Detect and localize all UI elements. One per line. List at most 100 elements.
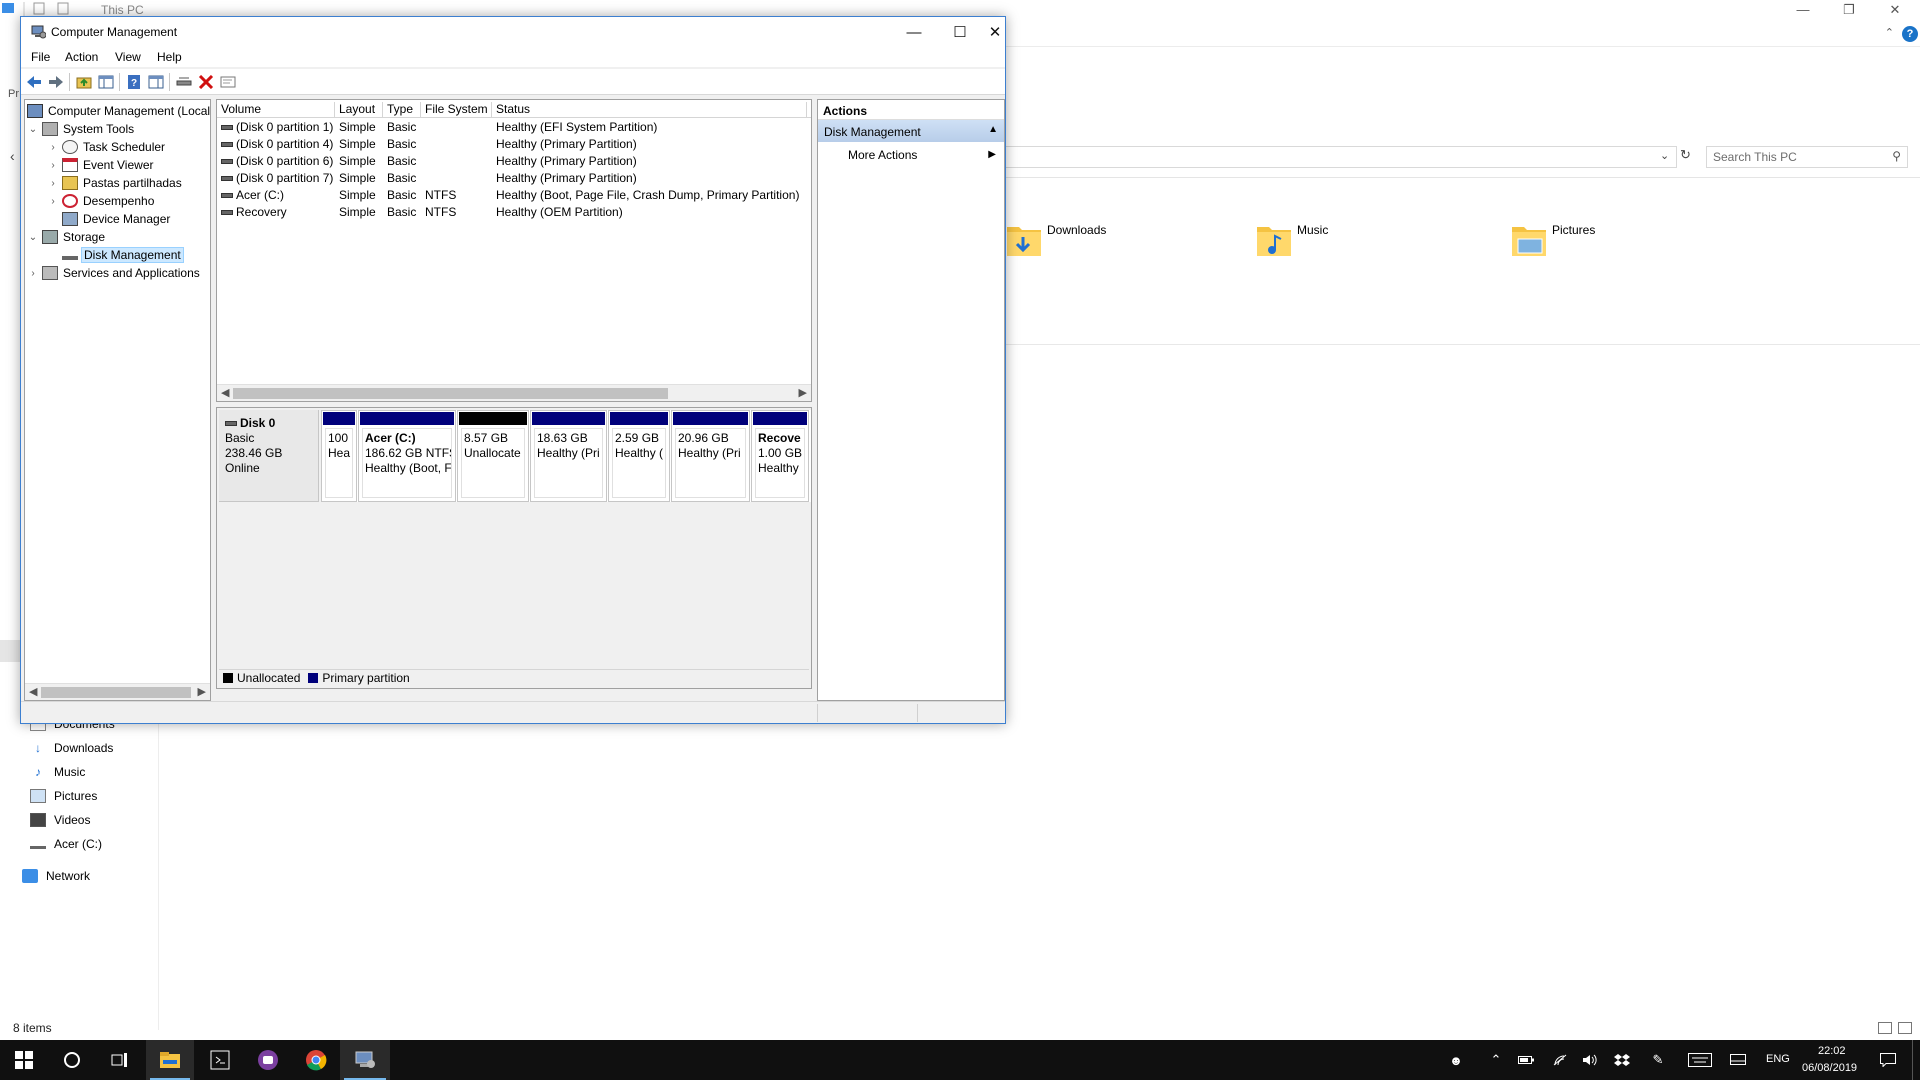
- help-icon[interactable]: ?: [1902, 26, 1918, 42]
- ribbon-collapse-icon[interactable]: ⌃: [1885, 26, 1894, 39]
- partition-block[interactable]: 100 Hea: [321, 410, 357, 502]
- back-icon[interactable]: [25, 73, 43, 91]
- input-language[interactable]: ENG: [1766, 1053, 1790, 1065]
- tree-item-task-scheduler[interactable]: › Task Scheduler: [47, 138, 167, 156]
- battery-icon[interactable]: [1518, 1052, 1534, 1068]
- expanded-chevron-icon[interactable]: ⌄: [27, 124, 39, 135]
- submenu-arrow-icon[interactable]: ▶: [988, 149, 996, 160]
- collapsed-chevron-icon[interactable]: ›: [47, 142, 59, 153]
- display-icon[interactable]: [1730, 1052, 1746, 1068]
- nav-item-music[interactable]: ♪ Music: [30, 765, 85, 779]
- table-row[interactable]: (Disk 0 partition 7) Simple Basic Health…: [217, 170, 811, 187]
- tree-item-storage[interactable]: ⌄ Storage: [27, 228, 107, 246]
- scroll-left-icon[interactable]: ◀: [29, 685, 37, 698]
- column-header-type[interactable]: Type: [383, 102, 421, 118]
- help-icon[interactable]: ?: [125, 73, 143, 91]
- column-header-file-system[interactable]: File System: [421, 102, 492, 118]
- scroll-left-icon[interactable]: ◀: [221, 386, 229, 399]
- menu-view[interactable]: View: [115, 50, 141, 64]
- collapsed-chevron-icon[interactable]: ›: [47, 178, 59, 189]
- partition-block[interactable]: 8.57 GB Unallocate: [457, 410, 529, 502]
- menu-action[interactable]: Action: [65, 50, 98, 64]
- tree-item-services-and-applications[interactable]: › Services and Applications: [27, 264, 202, 282]
- taskbar-chrome[interactable]: [292, 1040, 340, 1080]
- partition-block[interactable]: 18.63 GB Healthy (Pri: [530, 410, 607, 502]
- show-hide-action-pane-icon[interactable]: [147, 73, 165, 91]
- refresh-icon[interactable]: ↻: [1680, 147, 1691, 163]
- nav-item-pictures[interactable]: Pictures: [30, 789, 97, 803]
- actions-section-disk-management[interactable]: Disk Management ▲: [818, 120, 1004, 142]
- tree-item-computer-management[interactable]: Computer Management (Local: [27, 102, 210, 120]
- tree-hscrollbar[interactable]: ◀ ▶: [25, 683, 210, 700]
- volume-icon[interactable]: [1582, 1052, 1598, 1068]
- nav-item-videos[interactable]: Videos: [30, 813, 90, 827]
- table-row[interactable]: (Disk 0 partition 6) Simple Basic Health…: [217, 153, 811, 170]
- clock-date[interactable]: 06/08/2019: [1802, 1062, 1857, 1074]
- nav-item-drive-c[interactable]: Acer (C:): [30, 837, 102, 851]
- clock-time[interactable]: 22:02: [1818, 1045, 1846, 1057]
- taskbar-file-explorer[interactable]: [146, 1040, 194, 1080]
- scroll-thumb[interactable]: [233, 388, 668, 399]
- more-actions-item[interactable]: More Actions: [848, 148, 917, 162]
- taskbar-purple-app[interactable]: [244, 1040, 292, 1080]
- large-icons-view-icon[interactable]: [1898, 1022, 1912, 1034]
- cortana-button[interactable]: [48, 1040, 96, 1080]
- collapsed-chevron-icon[interactable]: ›: [47, 160, 59, 171]
- explorer-close-button[interactable]: ✕: [1880, 2, 1910, 18]
- collapse-up-icon[interactable]: ▲: [988, 124, 998, 135]
- connect-drive-icon[interactable]: [175, 73, 193, 91]
- show-hide-tree-icon[interactable]: [97, 73, 115, 91]
- partition-block[interactable]: 2.59 GB Healthy (: [608, 410, 670, 502]
- back-arrow-icon[interactable]: ‹: [10, 148, 15, 164]
- tree-item-event-viewer[interactable]: › Event Viewer: [47, 156, 155, 174]
- partition-block[interactable]: Acer (C:) 186.62 GB NTFS Healthy (Boot, …: [358, 410, 456, 502]
- ribbon-tab-fragment[interactable]: Pr: [8, 88, 19, 100]
- address-dropdown-icon[interactable]: ⌄: [1660, 149, 1669, 162]
- menu-file[interactable]: File: [31, 50, 50, 64]
- tree-item-device-manager[interactable]: Device Manager: [47, 210, 172, 228]
- wifi-icon[interactable]: [1552, 1052, 1568, 1068]
- nav-item-network[interactable]: Network: [22, 869, 90, 883]
- taskbar-computer-management[interactable]: [340, 1040, 390, 1080]
- volume-list-hscrollbar[interactable]: ◀ ▶: [217, 384, 811, 401]
- table-row[interactable]: Recovery Simple Basic NTFS Healthy (OEM …: [217, 204, 811, 221]
- table-row[interactable]: (Disk 0 partition 1) Simple Basic Health…: [217, 119, 811, 136]
- touch-keyboard-icon[interactable]: [1688, 1052, 1712, 1068]
- details-view-icon[interactable]: [1878, 1022, 1892, 1034]
- table-row[interactable]: Acer (C:) Simple Basic NTFS Healthy (Boo…: [217, 187, 811, 204]
- collapsed-chevron-icon[interactable]: ›: [27, 268, 39, 279]
- action-center-icon[interactable]: [1880, 1052, 1896, 1068]
- properties-icon[interactable]: [219, 73, 237, 91]
- menu-help[interactable]: Help: [157, 50, 182, 64]
- tree-item-disk-management[interactable]: Disk Management: [47, 246, 184, 264]
- taskbar-visual-studio[interactable]: [196, 1040, 244, 1080]
- partition-block[interactable]: Recove 1.00 GB Healthy: [751, 410, 809, 502]
- collapsed-chevron-icon[interactable]: ›: [47, 196, 59, 207]
- disk-info[interactable]: Disk 0 Basic 238.46 GB Online: [219, 410, 319, 502]
- forward-icon[interactable]: [47, 73, 65, 91]
- explorer-restore-button[interactable]: ❐: [1834, 2, 1864, 18]
- delete-icon[interactable]: [197, 73, 215, 91]
- scroll-right-icon[interactable]: ▶: [198, 685, 206, 698]
- tree-item-performance[interactable]: › Desempenho: [47, 192, 156, 210]
- tree-item-shared-folders[interactable]: › Pastas partilhadas: [47, 174, 184, 192]
- partition-block[interactable]: 20.96 GB Healthy (Pri: [671, 410, 750, 502]
- scroll-thumb[interactable]: [41, 687, 191, 698]
- explorer-minimize-button[interactable]: —: [1788, 2, 1818, 17]
- scroll-right-icon[interactable]: ▶: [799, 386, 807, 399]
- tree-item-system-tools[interactable]: ⌄ System Tools: [27, 120, 136, 138]
- start-button[interactable]: [0, 1040, 48, 1080]
- column-header-volume[interactable]: Volume: [217, 102, 335, 118]
- people-icon[interactable]: ☻: [1448, 1052, 1464, 1068]
- address-bar[interactable]: [1005, 146, 1677, 168]
- close-button[interactable]: ✕: [983, 17, 1007, 47]
- minimize-button[interactable]: —: [891, 17, 937, 47]
- column-header-layout[interactable]: Layout: [335, 102, 383, 118]
- search-input[interactable]: Search This PC ⚲: [1706, 146, 1908, 168]
- column-header-status[interactable]: Status: [492, 102, 807, 118]
- nav-item-downloads[interactable]: ↓ Downloads: [30, 741, 113, 755]
- table-row[interactable]: (Disk 0 partition 4) Simple Basic Health…: [217, 136, 811, 153]
- show-hidden-icons-icon[interactable]: ⌃: [1488, 1052, 1504, 1068]
- task-view-button[interactable]: [96, 1040, 144, 1080]
- show-desktop-button[interactable]: [1912, 1040, 1913, 1080]
